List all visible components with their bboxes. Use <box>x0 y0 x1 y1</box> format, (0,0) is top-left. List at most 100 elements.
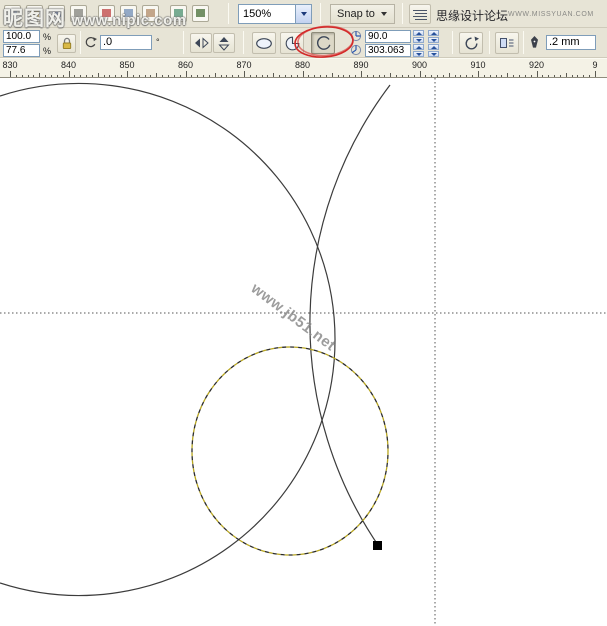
start-angle-icon <box>350 30 362 42</box>
snap-to-label: Snap to <box>337 8 375 20</box>
paste-icon[interactable] <box>142 5 159 22</box>
ellipse-button[interactable] <box>252 32 276 54</box>
large-arc-left[interactable] <box>0 82 336 597</box>
standard-toolbar: 150% Snap to 思缘设计论坛 WWW.MISSYUAN.COM <box>0 0 607 28</box>
ruler-label: 9 <box>592 60 598 70</box>
drawing-canvas[interactable]: www.jb51.net <box>0 78 607 626</box>
undo-icon[interactable] <box>170 5 187 22</box>
new-document-icon[interactable] <box>4 5 21 22</box>
large-arc-right[interactable] <box>309 84 391 549</box>
scale-x-field[interactable]: 100.0 <box>3 30 40 43</box>
print-icon[interactable] <box>70 5 87 22</box>
end-angle-icon <box>350 44 362 56</box>
save-icon[interactable] <box>48 5 65 22</box>
ruler-minor-tick <box>442 74 444 77</box>
arc-button[interactable] <box>311 32 335 54</box>
ruler-label: 880 <box>294 60 311 70</box>
start-angle-field[interactable]: 90.0 <box>365 30 411 43</box>
separator <box>402 3 403 24</box>
separator <box>183 31 184 54</box>
dropdown-arrow-icon <box>380 12 387 16</box>
ruler-minor-tick <box>542 74 544 77</box>
open-icon[interactable] <box>26 5 43 22</box>
ruler-minor-tick <box>437 74 439 77</box>
ruler-label: 860 <box>177 60 194 70</box>
ruler-major-tick <box>185 71 187 77</box>
ruler-minor-tick <box>308 74 310 77</box>
ruler-minor-tick <box>115 74 117 77</box>
ruler-major-tick <box>10 71 11 77</box>
copy-icon[interactable] <box>120 5 137 22</box>
ruler-minor-tick <box>279 74 281 77</box>
wrap-text-button[interactable] <box>495 32 519 54</box>
separator <box>228 3 229 24</box>
ruler-minor-tick <box>372 74 374 77</box>
ruler-minor-tick <box>290 74 292 77</box>
ruler-label: 850 <box>119 60 135 70</box>
ruler-minor-tick <box>167 74 169 77</box>
ruler-major-tick <box>595 71 596 77</box>
ruler-minor-tick <box>33 74 35 77</box>
end-angle-spinner[interactable] <box>413 44 424 57</box>
ruler-minor-tick <box>203 74 205 77</box>
ruler-label: 890 <box>353 60 369 70</box>
ruler-minor-tick <box>80 74 82 77</box>
ruler-minor-tick <box>349 74 351 77</box>
rotation-angle-icon <box>84 36 97 49</box>
ruler-minor-tick <box>407 74 409 77</box>
ruler-minor-tick <box>331 73 333 77</box>
ruler-minor-tick <box>448 73 450 77</box>
start-angle-spinner[interactable] <box>413 30 424 43</box>
ruler-minor-tick <box>191 74 193 77</box>
selected-ellipse-dash-alt <box>191 346 389 556</box>
curve-node-handle[interactable] <box>373 541 382 550</box>
ruler-major-tick <box>68 71 70 77</box>
pie-button[interactable] <box>280 32 304 54</box>
ruler-minor-tick <box>86 74 88 77</box>
ruler-label: 830 <box>2 60 18 70</box>
scale-y-field[interactable]: 77.6 <box>3 44 40 57</box>
ruler-major-tick <box>127 71 128 77</box>
mirror-horizontal-button[interactable] <box>190 33 212 53</box>
options-button[interactable] <box>409 4 431 24</box>
missyuan-watermark-url: WWW.MISSYUAN.COM <box>508 11 594 18</box>
end-angle-spinner-alt[interactable] <box>428 44 439 57</box>
snap-to-dropdown[interactable]: Snap to <box>330 4 395 24</box>
ruler-minor-tick <box>132 74 134 77</box>
import-icon[interactable] <box>192 5 209 22</box>
end-angle-field[interactable]: 303.063 <box>365 44 411 57</box>
ruler-minor-tick <box>431 74 433 77</box>
ruler-minor-tick <box>21 74 23 77</box>
ruler-major-tick <box>536 71 538 77</box>
ruler-minor-tick <box>571 74 573 77</box>
selected-ellipse[interactable] <box>191 346 389 556</box>
ruler-major-tick <box>419 71 421 77</box>
ruler-minor-tick <box>45 74 47 77</box>
ruler-label: 920 <box>528 60 545 70</box>
property-bar: 100.0 % 77.6 % .0 ° 90.0 303.063 .2 mm <box>0 28 607 58</box>
ruler-minor-tick <box>220 74 222 77</box>
ruler-minor-tick <box>401 74 403 77</box>
ruler-minor-tick <box>226 74 228 77</box>
ruler-minor-tick <box>156 73 158 77</box>
percent-sign: % <box>43 46 52 56</box>
ruler-minor-tick <box>583 74 585 77</box>
separator <box>523 31 524 54</box>
arc-direction-button[interactable] <box>459 32 483 54</box>
zoom-dropdown-arrow[interactable] <box>295 5 311 23</box>
ruler-minor-tick <box>577 74 579 77</box>
rotation-angle-field[interactable]: .0 <box>100 35 152 50</box>
outline-width-field[interactable]: .2 mm <box>546 35 596 50</box>
lock-ratio-button[interactable] <box>57 34 76 53</box>
cut-icon[interactable] <box>98 5 115 22</box>
ruler-minor-tick <box>378 74 380 77</box>
ruler-major-tick <box>478 71 479 77</box>
arc-icon <box>316 35 330 50</box>
ruler-minor-tick <box>144 74 146 77</box>
ruler-minor-tick <box>425 74 427 77</box>
start-angle-spinner-alt[interactable] <box>428 30 439 43</box>
horizontal-ruler[interactable]: 830 840 850 860 870 880 890 900 910 920 9 <box>0 58 607 78</box>
ruler-minor-tick <box>261 74 263 77</box>
zoom-level-combo[interactable]: 150% <box>238 4 312 24</box>
mirror-vertical-button[interactable] <box>213 33 235 53</box>
